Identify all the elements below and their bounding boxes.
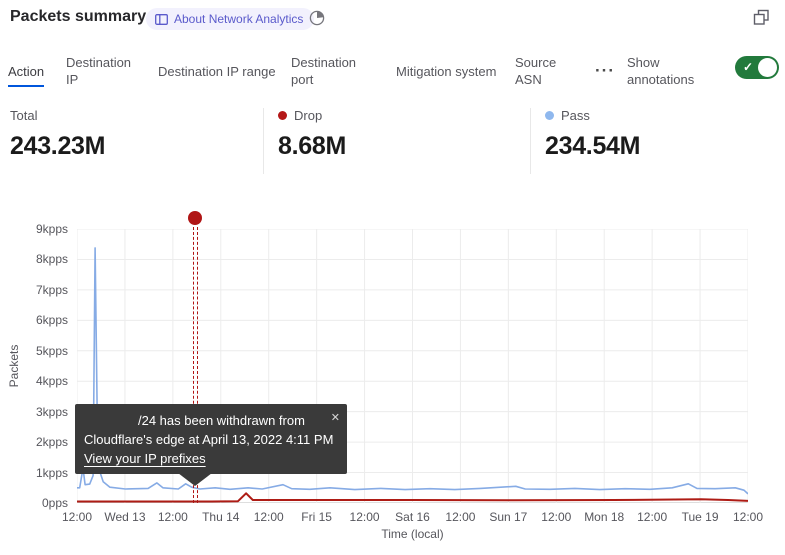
stat-total: Total 243.23M bbox=[10, 108, 105, 161]
show-annotations-toggle[interactable]: ✓ bbox=[735, 56, 779, 79]
stat-label: Drop bbox=[294, 108, 322, 123]
divider bbox=[263, 108, 264, 174]
divider bbox=[530, 108, 531, 174]
y-tick-label: 7kpps bbox=[36, 283, 68, 297]
y-tick-label: 6kpps bbox=[36, 313, 68, 327]
x-tick-label: Wed 13 bbox=[104, 510, 145, 524]
stat-label: Total bbox=[10, 108, 37, 123]
check-icon: ✓ bbox=[743, 60, 753, 74]
y-tick-label: 5kpps bbox=[36, 344, 68, 358]
about-network-analytics-badge[interactable]: About Network Analytics bbox=[146, 8, 314, 30]
dimension-tab-bar: Action Destination IP Destination IP range… bbox=[8, 44, 785, 98]
x-tick-label: 12:00 bbox=[733, 510, 763, 524]
more-tabs-button[interactable]: ··· bbox=[595, 66, 615, 76]
summary-stats-row: Total 243.23M Drop 8.68M Pass 234.54M bbox=[0, 100, 785, 185]
stat-pass: Pass 234.54M bbox=[545, 108, 640, 161]
tab-source-asn[interactable]: Source ASN bbox=[515, 54, 581, 88]
view-ip-prefixes-link[interactable]: View your IP prefixes bbox=[84, 449, 206, 468]
tab-mitigation-system[interactable]: Mitigation system bbox=[396, 63, 501, 80]
x-tick-label: 12:00 bbox=[254, 510, 284, 524]
packets-time-series-chart[interactable]: Packets 9kpps8kpps7kpps6kpps5kpps4kpps3k… bbox=[0, 200, 785, 555]
stat-value: 8.68M bbox=[278, 132, 346, 161]
x-tick-label: 12:00 bbox=[445, 510, 475, 524]
badge-label: About Network Analytics bbox=[174, 12, 303, 26]
stat-drop: Drop 8.68M bbox=[278, 108, 346, 161]
stat-value: 243.23M bbox=[10, 132, 105, 161]
annotation-marker-dot[interactable] bbox=[188, 211, 202, 225]
y-axis-ticks: 9kpps8kpps7kpps6kpps5kpps4kpps3kpps2kpps… bbox=[0, 229, 68, 503]
tab-action[interactable]: Action bbox=[8, 63, 52, 80]
x-tick-label: 12:00 bbox=[637, 510, 667, 524]
y-tick-label: 0pps bbox=[42, 496, 68, 510]
tooltip-arrow bbox=[178, 473, 212, 486]
x-tick-label: 12:00 bbox=[62, 510, 92, 524]
x-tick-label: Mon 18 bbox=[584, 510, 624, 524]
annotation-tooltip: ✕ /24 has been withdrawn from Cloudflare… bbox=[75, 404, 347, 474]
y-tick-label: 1kpps bbox=[36, 466, 68, 480]
tab-label: Mitigation system bbox=[396, 64, 496, 79]
y-tick-label: 4kpps bbox=[36, 374, 68, 388]
time-pie-icon[interactable] bbox=[308, 9, 326, 27]
toggle-knob bbox=[758, 58, 777, 77]
x-tick-label: 12:00 bbox=[541, 510, 571, 524]
stat-label: Pass bbox=[561, 108, 590, 123]
tab-label: Destination IP range bbox=[158, 64, 276, 79]
tab-destination-ip[interactable]: Destination IP bbox=[66, 54, 144, 88]
x-tick-label: Fri 15 bbox=[301, 510, 332, 524]
close-icon[interactable]: ✕ bbox=[331, 409, 340, 428]
x-axis-label: Time (local) bbox=[77, 527, 748, 541]
x-tick-label: Tue 19 bbox=[682, 510, 719, 524]
x-tick-label: Sun 17 bbox=[489, 510, 527, 524]
tooltip-line1: /24 has been withdrawn from bbox=[84, 411, 337, 430]
tab-label: Destination port bbox=[291, 55, 356, 87]
x-axis-ticks: 12:00 Wed 13 12:00 Thu 14 12:00 Fri 15 12:00 Sa… bbox=[77, 510, 748, 526]
expand-icon[interactable] bbox=[752, 8, 771, 27]
y-tick-label: 3kpps bbox=[36, 405, 68, 419]
stat-value: 234.54M bbox=[545, 132, 640, 161]
drop-legend-dot bbox=[278, 111, 287, 120]
show-annotations-label: Show annotations bbox=[627, 54, 712, 88]
x-tick-label: Sat 16 bbox=[395, 510, 430, 524]
tab-label: Source ASN bbox=[515, 55, 556, 87]
x-tick-label: 12:00 bbox=[350, 510, 380, 524]
panel-header: Packets summary About Network Analytics bbox=[0, 0, 785, 44]
tab-destination-ip-range[interactable]: Destination IP range bbox=[158, 63, 277, 80]
y-tick-label: 2kpps bbox=[36, 435, 68, 449]
x-tick-label: Thu 14 bbox=[202, 510, 239, 524]
y-tick-label: 9kpps bbox=[36, 222, 68, 236]
tooltip-line2: Cloudflare's edge at April 13, 2022 4:11… bbox=[84, 430, 337, 449]
tab-destination-port[interactable]: Destination port bbox=[291, 54, 382, 88]
page-title: Packets summary bbox=[10, 8, 146, 26]
x-tick-label: 12:00 bbox=[158, 510, 188, 524]
tab-label: Destination IP bbox=[66, 55, 131, 87]
y-tick-label: 8kpps bbox=[36, 252, 68, 266]
pass-legend-dot bbox=[545, 111, 554, 120]
book-icon bbox=[155, 14, 168, 25]
tab-label: Action bbox=[8, 64, 44, 87]
